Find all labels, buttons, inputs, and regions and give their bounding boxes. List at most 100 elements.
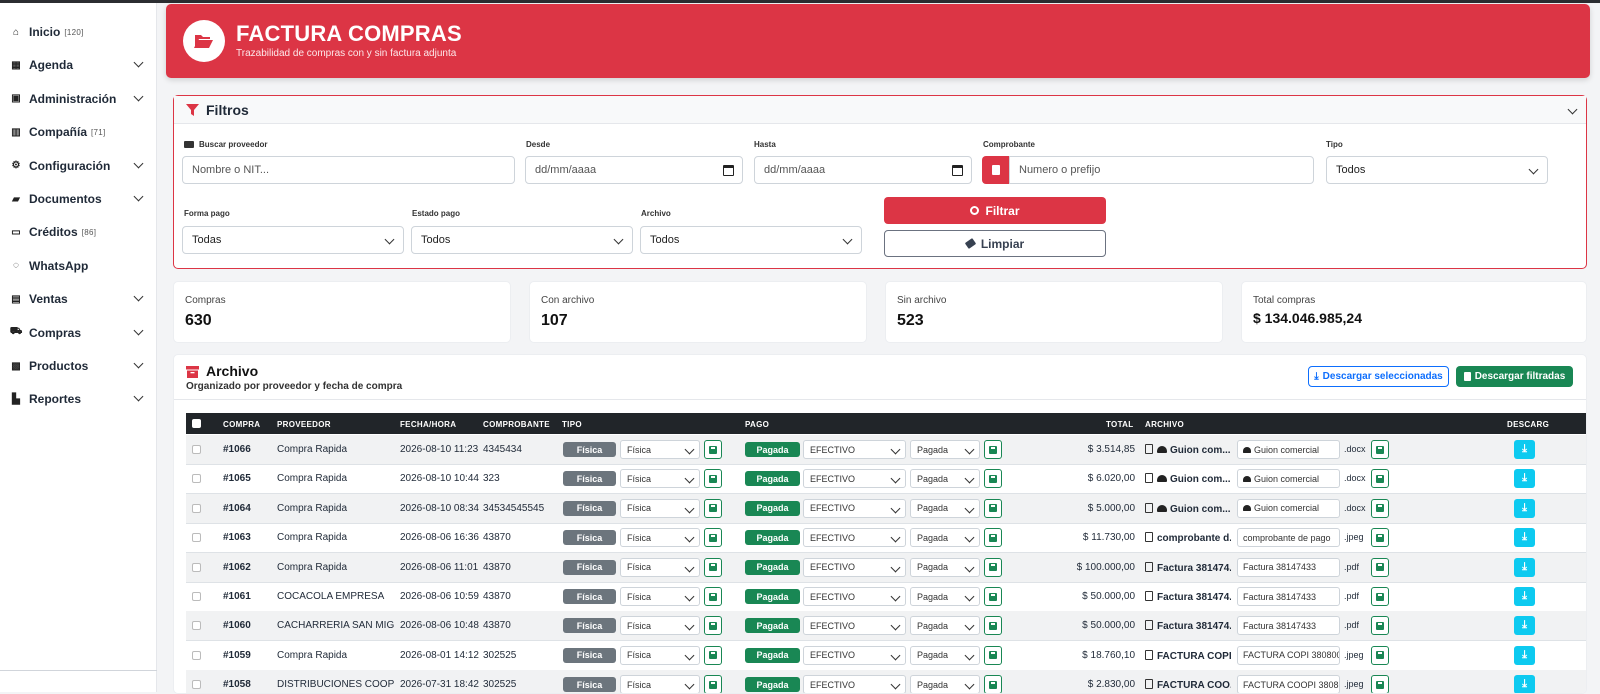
save-pago-button[interactable] [984,469,1002,489]
estado-pago-row-select[interactable]: Pagada [910,616,980,636]
download-row-button[interactable]: ⤓ [1514,440,1535,459]
col-compra[interactable]: COMPRA [223,420,260,429]
sidebar-item-ventas[interactable]: ▤ Ventas [9,288,144,310]
save-pago-button[interactable] [984,587,1002,606]
sidebar-item-documentos[interactable]: ▰ Documentos [9,188,144,210]
archivo-name[interactable]: Factura 381474... [1145,620,1231,632]
sidebar-item-configuracion[interactable]: ⚙ Configuración [9,155,144,177]
row-checkbox[interactable] [192,621,201,631]
save-archivo-button[interactable] [1371,498,1389,518]
tipo-row-select[interactable]: Física [620,587,700,606]
save-archivo-button[interactable] [1371,469,1389,489]
tipo-row-select[interactable]: Física [620,440,700,459]
save-tipo-button[interactable] [704,675,722,693]
sidebar-item-inicio[interactable]: ⌂ Inicio [120] [9,21,144,43]
compra-id[interactable]: #1060 [223,620,251,631]
col-total[interactable]: TOTAL [1106,420,1133,429]
save-tipo-button[interactable] [704,440,722,459]
download-filtered-button[interactable]: Descargar filtradas [1456,366,1573,387]
save-tipo-button[interactable] [704,587,722,606]
forma-pago-row-select[interactable]: EFECTIVO [803,675,906,693]
forma-pago-row-select[interactable]: EFECTIVO [803,645,906,665]
calendar-icon[interactable] [723,165,734,176]
forma-pago-row-select[interactable]: EFECTIVO [803,616,906,636]
save-archivo-button[interactable] [1371,587,1389,606]
estado-pago-select[interactable]: Todos [411,226,633,254]
download-row-button[interactable]: ⤓ [1514,498,1535,518]
archivo-rename-input[interactable]: Guion comercial [1237,498,1340,518]
tipo-row-select[interactable]: Física [620,675,700,693]
archivo-rename-input[interactable]: FACTURA COPI 380800 [1237,645,1340,665]
save-tipo-button[interactable] [704,528,722,548]
desde-date-input[interactable]: dd/mm/aaaa [525,156,743,184]
col-fecha[interactable]: FECHA/HORA [400,420,456,429]
forma-pago-row-select[interactable]: EFECTIVO [803,528,906,548]
compra-id[interactable]: #1059 [223,650,251,661]
download-row-button[interactable]: ⤓ [1514,557,1535,577]
compra-id[interactable]: #1063 [223,532,251,543]
save-archivo-button[interactable] [1371,645,1389,665]
save-archivo-button[interactable] [1371,557,1389,577]
row-checkbox[interactable] [192,562,201,572]
filters-header[interactable]: Filtros [174,96,1586,124]
archivo-rename-input[interactable]: comprobante de pago [1237,528,1340,548]
sidebar-item-agenda[interactable]: ▦ Agenda [9,54,144,76]
archivo-name[interactable]: FACTURA COO... [1145,679,1231,691]
col-descarga[interactable]: DESCARG [1507,420,1549,429]
tipo-row-select[interactable]: Física [620,557,700,577]
proveedor-search-input[interactable]: Nombre o NIT... [182,156,515,184]
archivo-name[interactable]: Factura 381474... [1145,591,1231,603]
estado-pago-row-select[interactable]: Pagada [910,587,980,606]
calendar-icon[interactable] [952,165,963,176]
compra-id[interactable]: #1061 [223,591,251,602]
save-archivo-button[interactable] [1371,675,1389,693]
save-pago-button[interactable] [984,498,1002,518]
compra-id[interactable]: #1065 [223,473,251,484]
save-archivo-button[interactable] [1371,528,1389,548]
save-archivo-button[interactable] [1371,616,1389,636]
tipo-row-select[interactable]: Física [620,469,700,489]
download-row-button[interactable]: ⤓ [1514,587,1535,606]
col-proveedor[interactable]: PROVEEDOR [277,420,331,429]
download-row-button[interactable]: ⤓ [1514,528,1535,548]
save-pago-button[interactable] [984,675,1002,693]
save-pago-button[interactable] [984,645,1002,665]
row-checkbox[interactable] [192,533,201,543]
compra-id[interactable]: #1064 [223,503,251,514]
archivo-rename-input[interactable]: Factura 38147433 [1237,557,1340,577]
archivo-select[interactable]: Todos [640,226,862,254]
filtrar-button[interactable]: Filtrar [884,197,1106,224]
archivo-name[interactable]: Factura 381474... [1145,561,1231,574]
tipo-row-select[interactable]: Física [620,616,700,636]
col-pago[interactable]: PAGO [745,420,769,429]
download-row-button[interactable]: ⤓ [1514,675,1535,693]
sidebar-item-creditos[interactable]: ▭ Créditos [86] [9,221,144,243]
sidebar-item-compras[interactable]: ⛟ Compras [9,322,144,344]
row-checkbox[interactable] [192,680,201,690]
comprobante-input[interactable]: Numero o prefijo [1009,156,1314,184]
forma-pago-row-select[interactable]: EFECTIVO [803,469,906,489]
estado-pago-row-select[interactable]: Pagada [910,645,980,665]
save-tipo-button[interactable] [704,498,722,518]
row-checkbox[interactable] [192,503,201,513]
download-selected-button[interactable]: ⤓ Descargar seleccionadas [1308,366,1449,387]
row-checkbox[interactable] [192,445,201,454]
download-row-button[interactable]: ⤓ [1514,469,1535,489]
col-tipo[interactable]: TIPO [562,420,582,429]
save-pago-button[interactable] [984,440,1002,459]
archivo-name[interactable]: Guion com... [1145,473,1231,485]
forma-pago-row-select[interactable]: EFECTIVO [803,440,906,459]
hasta-date-input[interactable]: dd/mm/aaaa [754,156,972,184]
estado-pago-row-select[interactable]: Pagada [910,498,980,518]
estado-pago-row-select[interactable]: Pagada [910,557,980,577]
save-archivo-button[interactable] [1371,440,1389,459]
save-tipo-button[interactable] [704,645,722,665]
sidebar-item-productos[interactable]: ▩ Productos [9,355,144,377]
save-tipo-button[interactable] [704,616,722,636]
compra-id[interactable]: #1062 [223,562,251,573]
sidebar-item-administracion[interactable]: ▣ Administración [9,88,144,110]
save-tipo-button[interactable] [704,557,722,577]
limpiar-button[interactable]: Limpiar [884,230,1106,257]
sidebar-item-reportes[interactable]: ▙ Reportes [9,388,144,410]
tipo-row-select[interactable]: Física [620,528,700,548]
